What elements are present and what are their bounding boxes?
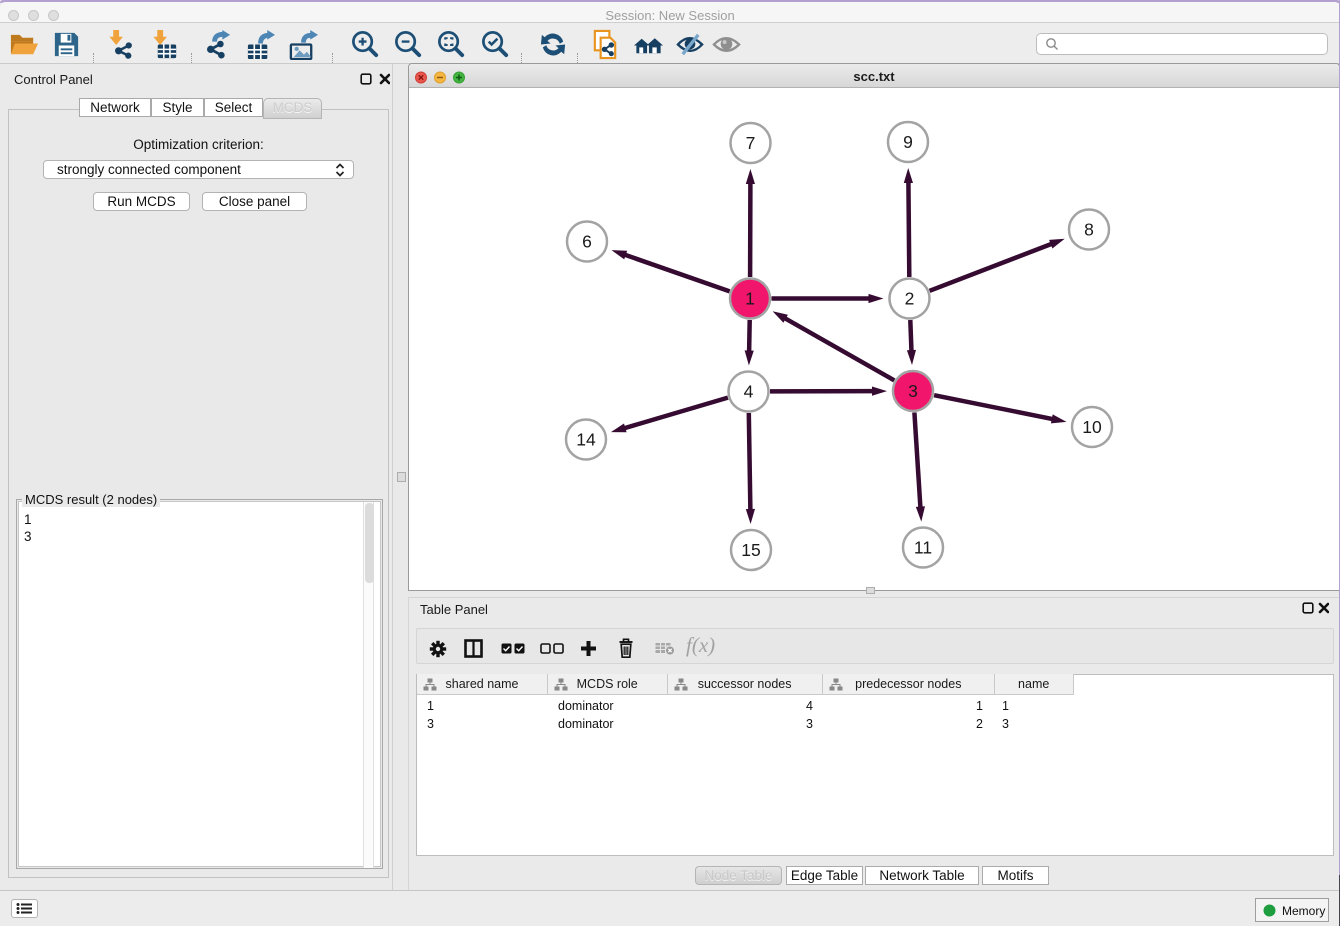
svg-text:11: 11 xyxy=(914,538,932,558)
svg-text:2: 2 xyxy=(905,289,915,309)
svg-text:3: 3 xyxy=(908,381,918,401)
svg-text:6: 6 xyxy=(582,232,592,252)
svg-text:10: 10 xyxy=(1082,417,1102,437)
svg-text:15: 15 xyxy=(741,540,760,560)
svg-text:9: 9 xyxy=(903,132,913,152)
svg-text:4: 4 xyxy=(744,382,754,402)
svg-text:14: 14 xyxy=(576,430,596,450)
svg-text:8: 8 xyxy=(1084,220,1094,240)
svg-text:7: 7 xyxy=(746,133,756,153)
svg-text:1: 1 xyxy=(745,289,755,309)
